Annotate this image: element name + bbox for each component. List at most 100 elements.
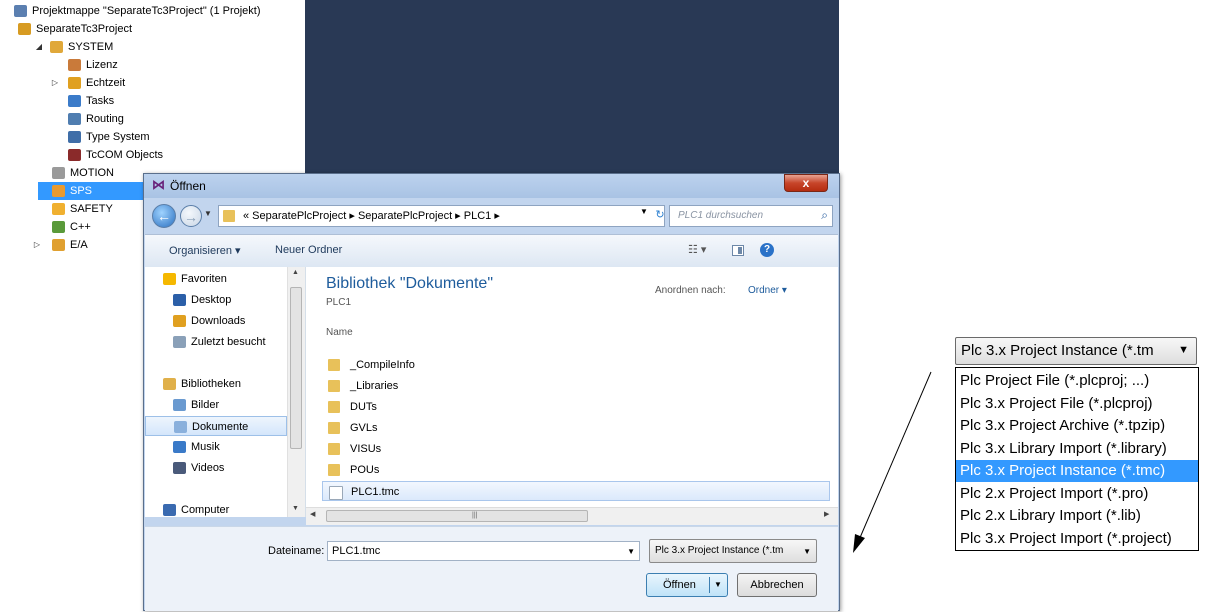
nav-item-musik[interactable]: Musik [145, 437, 287, 457]
open-button[interactable]: Öffnen ▼ [646, 573, 728, 597]
nav-item-label: Bilder [191, 399, 220, 411]
address-dropdown-icon[interactable]: ▼ [640, 207, 648, 216]
file-name: VISUs [350, 443, 382, 455]
zoomed-selected-value: Plc 3.x Project Instance (*.tm [961, 342, 1154, 359]
file-list-pane: Bibliothek "Dokumente" PLC1 Anordnen nac… [306, 267, 838, 517]
nav-item-label: Videos [191, 462, 225, 474]
dialog-footer: Dateiname: PLC1.tmc ▼ Plc 3.x Project In… [145, 526, 838, 611]
scroll-thumb[interactable]: ||| [326, 510, 588, 522]
nav-item-label: Computer [181, 504, 230, 516]
file-row[interactable]: PLC1.tmc [322, 481, 830, 501]
nav-item-dokumente[interactable]: Dokumente [145, 416, 287, 436]
library-subtitle: PLC1 [326, 297, 352, 308]
chevron-down-icon[interactable]: ▼ [627, 547, 635, 556]
nav-item-videos[interactable]: Videos [145, 458, 287, 478]
nav-item-downloads[interactable]: Downloads [145, 311, 287, 331]
forward-button[interactable]: → [180, 205, 202, 227]
file-type-option[interactable]: Plc 3.x Project Import (*.project) [956, 528, 1198, 550]
file-type-select[interactable]: Plc 3.x Project Instance (*.tm ▼ [649, 539, 817, 563]
file-type-option[interactable]: Plc 3.x Project File (*.plcproj) [956, 393, 1198, 415]
system-icon [50, 41, 63, 53]
scroll-thumb[interactable] [290, 287, 302, 449]
file-type-option[interactable]: Plc 3.x Library Import (*.library) [956, 438, 1198, 460]
folder-row[interactable]: POUs [322, 460, 830, 480]
tree-item-separatetc3project[interactable]: ◢SeparateTc3Project [0, 20, 300, 38]
navigation-scrollbar[interactable]: ▲ ▼ [287, 267, 305, 517]
nav-item-favoriten[interactable]: Favoriten [145, 269, 287, 289]
tree-item-system[interactable]: ◢ SYSTEM [0, 38, 300, 56]
refresh-icon[interactable]: ↻ [653, 207, 667, 223]
tree-item-projektmappe-separatetc3project-1-projekt[interactable]: Projektmappe "SeparateTc3Project" (1 Pro… [0, 2, 300, 20]
folder-icon [328, 359, 340, 371]
zoomed-file-type-select[interactable]: Plc 3.x Project Instance (*.tm ▼ [955, 337, 1197, 365]
scroll-left-icon[interactable]: ◀ [310, 510, 315, 518]
recent-locations-dropdown-icon[interactable]: ▼ [204, 209, 212, 218]
folder-icon [223, 210, 235, 222]
collapse-icon[interactable]: ◢ [34, 38, 44, 56]
folder-row[interactable]: DUTs [322, 397, 830, 417]
filename-input[interactable]: PLC1.tmc ▼ [327, 541, 640, 561]
dialog-titlebar[interactable]: ⋈ Öffnen x [144, 174, 839, 198]
file-type-option[interactable]: Plc 2.x Project Import (*.pro) [956, 483, 1198, 505]
tree-item-echtzeit[interactable]: ▷ Echtzeit [0, 74, 300, 92]
address-bar[interactable]: « SeparatePlcProject ▸ SeparatePlcProjec… [218, 205, 665, 227]
tree-item-routing[interactable]: Routing [0, 110, 300, 128]
nav-item-label: Downloads [191, 315, 246, 327]
io-icon [52, 239, 65, 251]
tree-item-lizenz[interactable]: Lizenz [0, 56, 300, 74]
tree-item-tccom-objects[interactable]: TcCOM Objects [0, 146, 300, 164]
tree-item-tasks[interactable]: Tasks [0, 92, 300, 110]
name-column-header[interactable]: Name [326, 327, 353, 338]
nav-item-label: Favoriten [181, 273, 227, 285]
motion-icon [52, 167, 65, 179]
scroll-up-icon[interactable]: ▲ [292, 269, 299, 276]
search-input[interactable]: PLC1 durchsuchen ⌕ [669, 205, 833, 227]
new-folder-button[interactable]: Neuer Ordner [275, 244, 342, 256]
dialog-toolbar: Organisieren ▾ Neuer Ordner ☷ ▾ ? [145, 234, 838, 268]
editor-background [305, 0, 839, 175]
cancel-button[interactable]: Abbrechen [737, 573, 817, 597]
file-type-option[interactable]: Plc 3.x Project Archive (*.tpzip) [956, 415, 1198, 437]
tree-item-label: C++ [70, 221, 91, 233]
expand-icon[interactable]: ▷ [32, 236, 42, 254]
filename-label: Dateiname: [268, 545, 325, 557]
tree-item-label: SYSTEM [68, 41, 114, 53]
scroll-right-icon[interactable]: ▶ [824, 510, 829, 518]
organize-button[interactable]: Organisieren ▾ [169, 244, 241, 257]
file-name: _CompileInfo [350, 359, 415, 371]
folder-row[interactable]: _CompileInfo [322, 355, 830, 375]
folder-icon [328, 401, 340, 413]
back-button[interactable]: ← [152, 204, 176, 228]
file-type-option[interactable]: Plc Project File (*.plcproj; ...) [956, 370, 1198, 392]
preview-pane-icon[interactable] [732, 245, 744, 256]
folder-icon [328, 464, 340, 476]
folder-row[interactable]: VISUs [322, 439, 830, 459]
nav-item-zuletzt-besucht[interactable]: Zuletzt besucht [145, 332, 287, 352]
nav-item-label: Dokumente [192, 421, 249, 433]
horizontal-scrollbar[interactable]: ◀ ||| ▶ [306, 507, 838, 525]
file-type-option[interactable]: Plc 3.x Project Instance (*.tmc) [956, 460, 1198, 482]
open-options-dropdown-icon[interactable]: ▼ [714, 580, 722, 589]
tree-item-label: Projektmappe "SeparateTc3Project" (1 Pro… [32, 5, 261, 17]
file-type-option[interactable]: Plc 2.x Library Import (*.lib) [956, 505, 1198, 527]
scroll-down-icon[interactable]: ▼ [292, 505, 299, 512]
nav-item-desktop[interactable]: Desktop [145, 290, 287, 310]
arrange-by-dropdown[interactable]: Ordner ▾ [748, 285, 787, 296]
tree-item-type-system[interactable]: Type System [0, 128, 300, 146]
folder-row[interactable]: GVLs [322, 418, 830, 438]
search-icon[interactable]: ⌕ [821, 208, 828, 223]
help-icon[interactable]: ? [760, 243, 774, 257]
file-name: _Libraries [350, 380, 399, 392]
nav-item-computer[interactable]: Computer [145, 500, 287, 520]
close-button[interactable]: x [784, 174, 828, 192]
nav-item-bibliotheken[interactable]: Bibliotheken [145, 374, 287, 394]
folder-icon [328, 422, 340, 434]
nav-item-bilder[interactable]: Bilder [145, 395, 287, 415]
folder-icon [328, 443, 340, 455]
address-path: « SeparatePlcProject ▸ SeparatePlcProjec… [243, 210, 500, 222]
expand-icon[interactable]: ▷ [50, 74, 60, 92]
arrange-by-label: Anordnen nach: [655, 285, 726, 296]
views-button[interactable]: ☷ ▾ [688, 243, 718, 256]
tree-item-label: SeparateTc3Project [36, 23, 132, 35]
folder-row[interactable]: _Libraries [322, 376, 830, 396]
